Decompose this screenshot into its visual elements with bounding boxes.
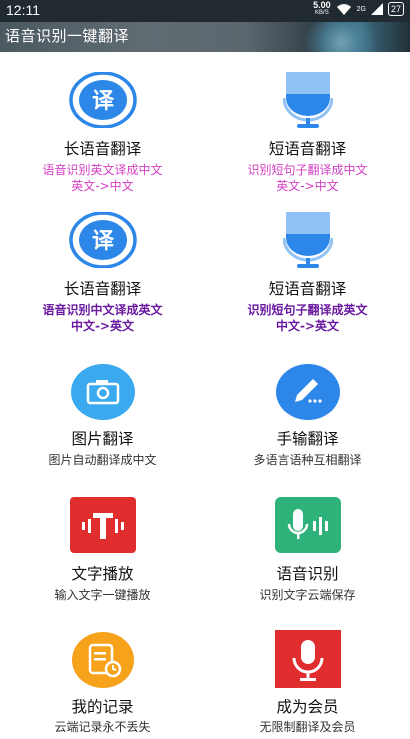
card-subtitle: 语音识别中文译成英文 — [42, 303, 163, 317]
card-subtitle: 云端记录永不丢失 — [54, 720, 151, 734]
app-header: 语音识别一键翻译 — [0, 22, 410, 52]
battery-indicator: 27 — [387, 2, 404, 16]
header-decoration — [296, 22, 386, 52]
card-subtitle: 无限制翻译及会员 — [259, 720, 356, 734]
card-direction: 英文->中文 — [276, 179, 339, 193]
long-voice-en-zh-card[interactable]: 译 长语音翻译 语音识别英文译成中文 英文->中文 — [0, 52, 205, 202]
manual-translate-card[interactable]: 手输翻译 多语言语种互相翻译 — [205, 355, 410, 475]
svg-text:译: 译 — [91, 89, 114, 114]
text-speech-card[interactable]: 文字播放 输入文字一键播放 — [0, 490, 205, 610]
status-bar: 12:11 5.00 KB/S 2G 27 — [0, 0, 410, 22]
card-title: 短语音翻译 — [268, 140, 347, 158]
wifi-icon — [336, 3, 351, 15]
network-speed: 5.00 KB/S — [313, 1, 331, 17]
card-subtitle: 输入文字一键播放 — [54, 588, 151, 602]
network-speed-value: 5.00 — [313, 0, 331, 10]
long-voice-zh-en-card[interactable]: 译 长语音翻译 语音识别中文译成英文 中文->英文 — [0, 202, 205, 342]
my-records-card[interactable]: 我的记录 云端记录永不丢失 — [0, 625, 205, 739]
card-direction: 中文->英文 — [275, 319, 340, 333]
card-direction: 中文->英文 — [70, 319, 135, 333]
page-title: 语音识别一键翻译 — [5, 27, 130, 45]
card-title: 手输翻译 — [276, 430, 339, 448]
signal-type: 2G — [356, 5, 366, 13]
translate-icon: 译 — [68, 72, 137, 128]
translate-icon: 译 — [68, 212, 137, 268]
voice-recognition-card[interactable]: 语音识别 识别文字云端保存 — [205, 490, 410, 610]
network-speed-unit: KB/S — [315, 10, 329, 16]
card-subtitle: 识别文字云端保存 — [259, 588, 356, 602]
card-title: 语音识别 — [276, 565, 339, 583]
short-voice-en-zh-card[interactable]: 短语音翻译 识别短句子翻译成中文 英文->中文 — [205, 52, 410, 202]
camera-icon — [70, 364, 135, 420]
status-time: 12:11 — [6, 2, 40, 18]
short-voice-zh-en-card[interactable]: 短语音翻译 识别短句子翻译成英文 中文->英文 — [205, 202, 410, 342]
card-direction: 英文->中文 — [71, 179, 134, 193]
pencil-icon — [275, 364, 340, 420]
become-member-card[interactable]: 成为会员 无限制翻译及会员 — [205, 625, 410, 739]
text-speech-icon — [69, 497, 136, 553]
microphone-icon — [282, 72, 333, 128]
card-title: 文字播放 — [71, 565, 134, 583]
card-subtitle: 识别短句子翻译成英文 — [247, 303, 368, 317]
card-subtitle: 图片自动翻译成中文 — [48, 453, 157, 467]
card-subtitle: 多语言语种互相翻译 — [253, 453, 362, 467]
card-title: 短语音翻译 — [268, 280, 347, 298]
history-icon — [71, 632, 134, 688]
card-subtitle: 识别短句子翻译成中文 — [247, 163, 368, 177]
card-title: 我的记录 — [71, 698, 134, 716]
signal-2g: 2G — [357, 6, 366, 13]
svg-text:译: 译 — [91, 229, 114, 254]
card-title: 长语音翻译 — [63, 140, 142, 158]
status-icons: 5.00 KB/S 2G 27 — [313, 1, 404, 17]
card-title: 图片翻译 — [71, 430, 134, 448]
card-subtitle: 语音识别英文译成中文 — [42, 163, 163, 177]
card-title: 长语音翻译 — [63, 280, 142, 298]
voice-record-icon — [274, 497, 341, 553]
microphone-icon — [282, 212, 333, 268]
signal-icon — [370, 3, 383, 15]
image-translate-card[interactable]: 图片翻译 图片自动翻译成中文 — [0, 355, 205, 475]
card-title: 成为会员 — [276, 698, 339, 716]
member-mic-icon — [274, 630, 341, 688]
